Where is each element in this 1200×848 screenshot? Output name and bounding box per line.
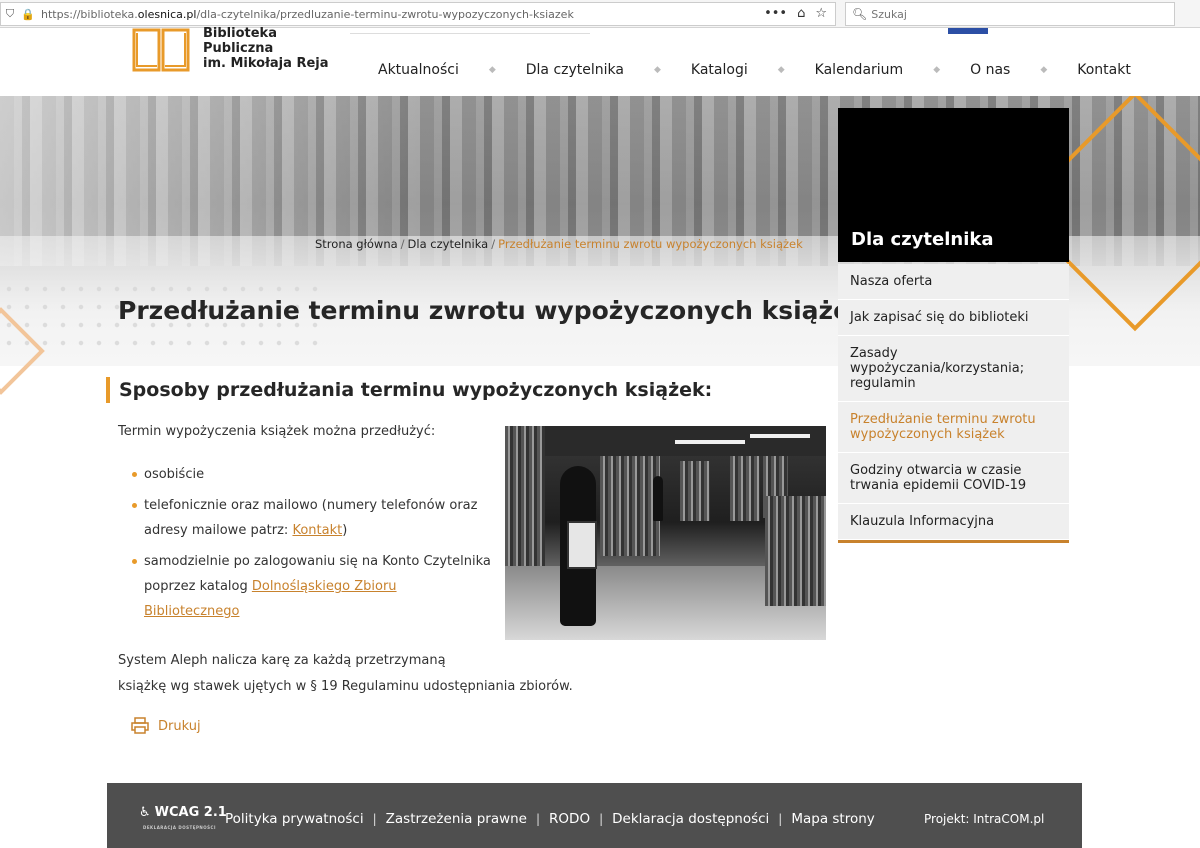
footer-link-mapa[interactable]: Mapa strony [791, 811, 874, 827]
library-logo-text[interactable]: Biblioteka Publiczna im. Mikołaja Reja [203, 26, 329, 71]
list-item: telefonicznie oraz mailowo (numery telef… [132, 493, 492, 543]
nav-separator: ◆ [1040, 65, 1048, 75]
list-item: osobiście [132, 462, 492, 487]
sidebar-item-klauzula[interactable]: Klauzula Informacyjna [838, 504, 1069, 540]
site-header: Biblioteka Publiczna im. Mikołaja Reja A… [0, 26, 1200, 96]
intro-text: Termin wypożyczenia książek można przedł… [118, 424, 436, 439]
project-credit[interactable]: Projekt: IntraCOM.pl [924, 812, 1044, 826]
kontakt-link[interactable]: Kontakt [292, 523, 342, 538]
footer-link-deklaracja[interactable]: Deklaracja dostępności [612, 811, 769, 827]
sidebar-item-jak-zapisac[interactable]: Jak zapisać się do biblioteki [838, 300, 1069, 336]
browser-toolbar: ⛉ 🔒 https://biblioteka.olesnica.pl/dla-c… [0, 0, 1200, 28]
site-search-field[interactable] [350, 28, 590, 34]
search-icon: 🔍︎ [852, 7, 868, 21]
page-actions-icon[interactable]: ••• [764, 6, 787, 21]
main-nav: Aktualności ◆ Dla czytelnika ◆ Katalogi … [378, 62, 1131, 78]
nav-separator: ◆ [654, 65, 661, 75]
nav-separator: ◆ [488, 65, 496, 75]
browser-search-box[interactable]: 🔍︎ [845, 2, 1175, 26]
wheelchair-icon: ♿ [139, 805, 151, 820]
section-heading: Sposoby przedłużania terminu wypożyczony… [106, 377, 712, 403]
sidebar-item-nasza-oferta[interactable]: Nasza oferta [838, 264, 1069, 300]
print-button[interactable]: Drukuj [130, 716, 201, 736]
fine-info-text: System Aleph nalicza karę za każdą przet… [118, 653, 573, 694]
breadcrumb-current: Przedłużanie terminu zwrotu wypożyczonyc… [498, 237, 803, 251]
language-flag-icon[interactable] [948, 28, 988, 34]
sidebar-item-zasady[interactable]: Zasady wypożyczania/korzystania; regulam… [838, 336, 1069, 402]
methods-list: osobiście telefonicznie oraz mailowo (nu… [132, 462, 492, 630]
shield-icon[interactable]: ⛉ [1, 7, 19, 21]
breadcrumb-section[interactable]: Dla czytelnika [408, 237, 489, 251]
sidebar-header: Dla czytelnika [838, 108, 1069, 262]
nav-separator: ◆ [933, 65, 941, 75]
url-text[interactable]: https://biblioteka.olesnica.pl/dla-czyte… [41, 8, 574, 21]
address-bar[interactable]: ⛉ 🔒 https://biblioteka.olesnica.pl/dla-c… [0, 2, 836, 26]
printer-icon [131, 717, 149, 734]
nav-kontakt[interactable]: Kontakt [1077, 62, 1131, 78]
library-logo-icon[interactable] [131, 28, 191, 74]
breadcrumb-home[interactable]: Strona główna [315, 237, 398, 251]
browser-search-input[interactable] [871, 7, 1152, 21]
list-item: samodzielnie po zalogowaniu się na Konto… [132, 549, 492, 624]
footer-link-polityka[interactable]: Polityka prywatności [225, 811, 364, 827]
page-title: Przedłużanie terminu zwrotu wypożyczonyc… [118, 296, 867, 325]
sidebar-title: Dla czytelnika [851, 229, 994, 250]
sidebar-menu: Nasza oferta Jak zapisać się do bibliote… [838, 264, 1069, 543]
nav-dla-czytelnika[interactable]: Dla czytelnika [526, 62, 624, 78]
lock-icon: 🔒 [21, 7, 35, 21]
footer-links: Polityka prywatności | Zastrzeżenia prawn… [225, 811, 875, 827]
bookmark-star-icon[interactable]: ☆ [815, 6, 827, 21]
site-footer: ♿ WCAG 2.1 DEKLARACJA DOSTĘPNOŚCI Polity… [107, 783, 1082, 848]
sidebar-item-przedluzanie[interactable]: Przedłużanie terminu zwrotu wypożyczonyc… [838, 402, 1069, 453]
nav-o-nas[interactable]: O nas [970, 62, 1010, 78]
nav-kalendarium[interactable]: Kalendarium [815, 62, 904, 78]
pocket-icon[interactable]: ⌂ [797, 6, 805, 21]
footer-link-zastrzezenia[interactable]: Zastrzeżenia prawne [386, 811, 527, 827]
nav-separator: ◆ [777, 65, 785, 75]
nav-aktualnosci[interactable]: Aktualności [378, 62, 459, 78]
wcag-logo[interactable]: ♿ WCAG 2.1 DEKLARACJA DOSTĘPNOŚCI [139, 805, 227, 830]
print-label: Drukuj [158, 718, 201, 734]
library-photo [505, 426, 826, 640]
footer-link-rodo[interactable]: RODO [549, 811, 590, 827]
nav-katalogi[interactable]: Katalogi [691, 62, 748, 78]
sidebar-item-godziny[interactable]: Godziny otwarcia w czasie trwania epidem… [838, 453, 1069, 504]
breadcrumb: Strona główna / Dla czytelnika / Przedłużani… [315, 237, 803, 251]
